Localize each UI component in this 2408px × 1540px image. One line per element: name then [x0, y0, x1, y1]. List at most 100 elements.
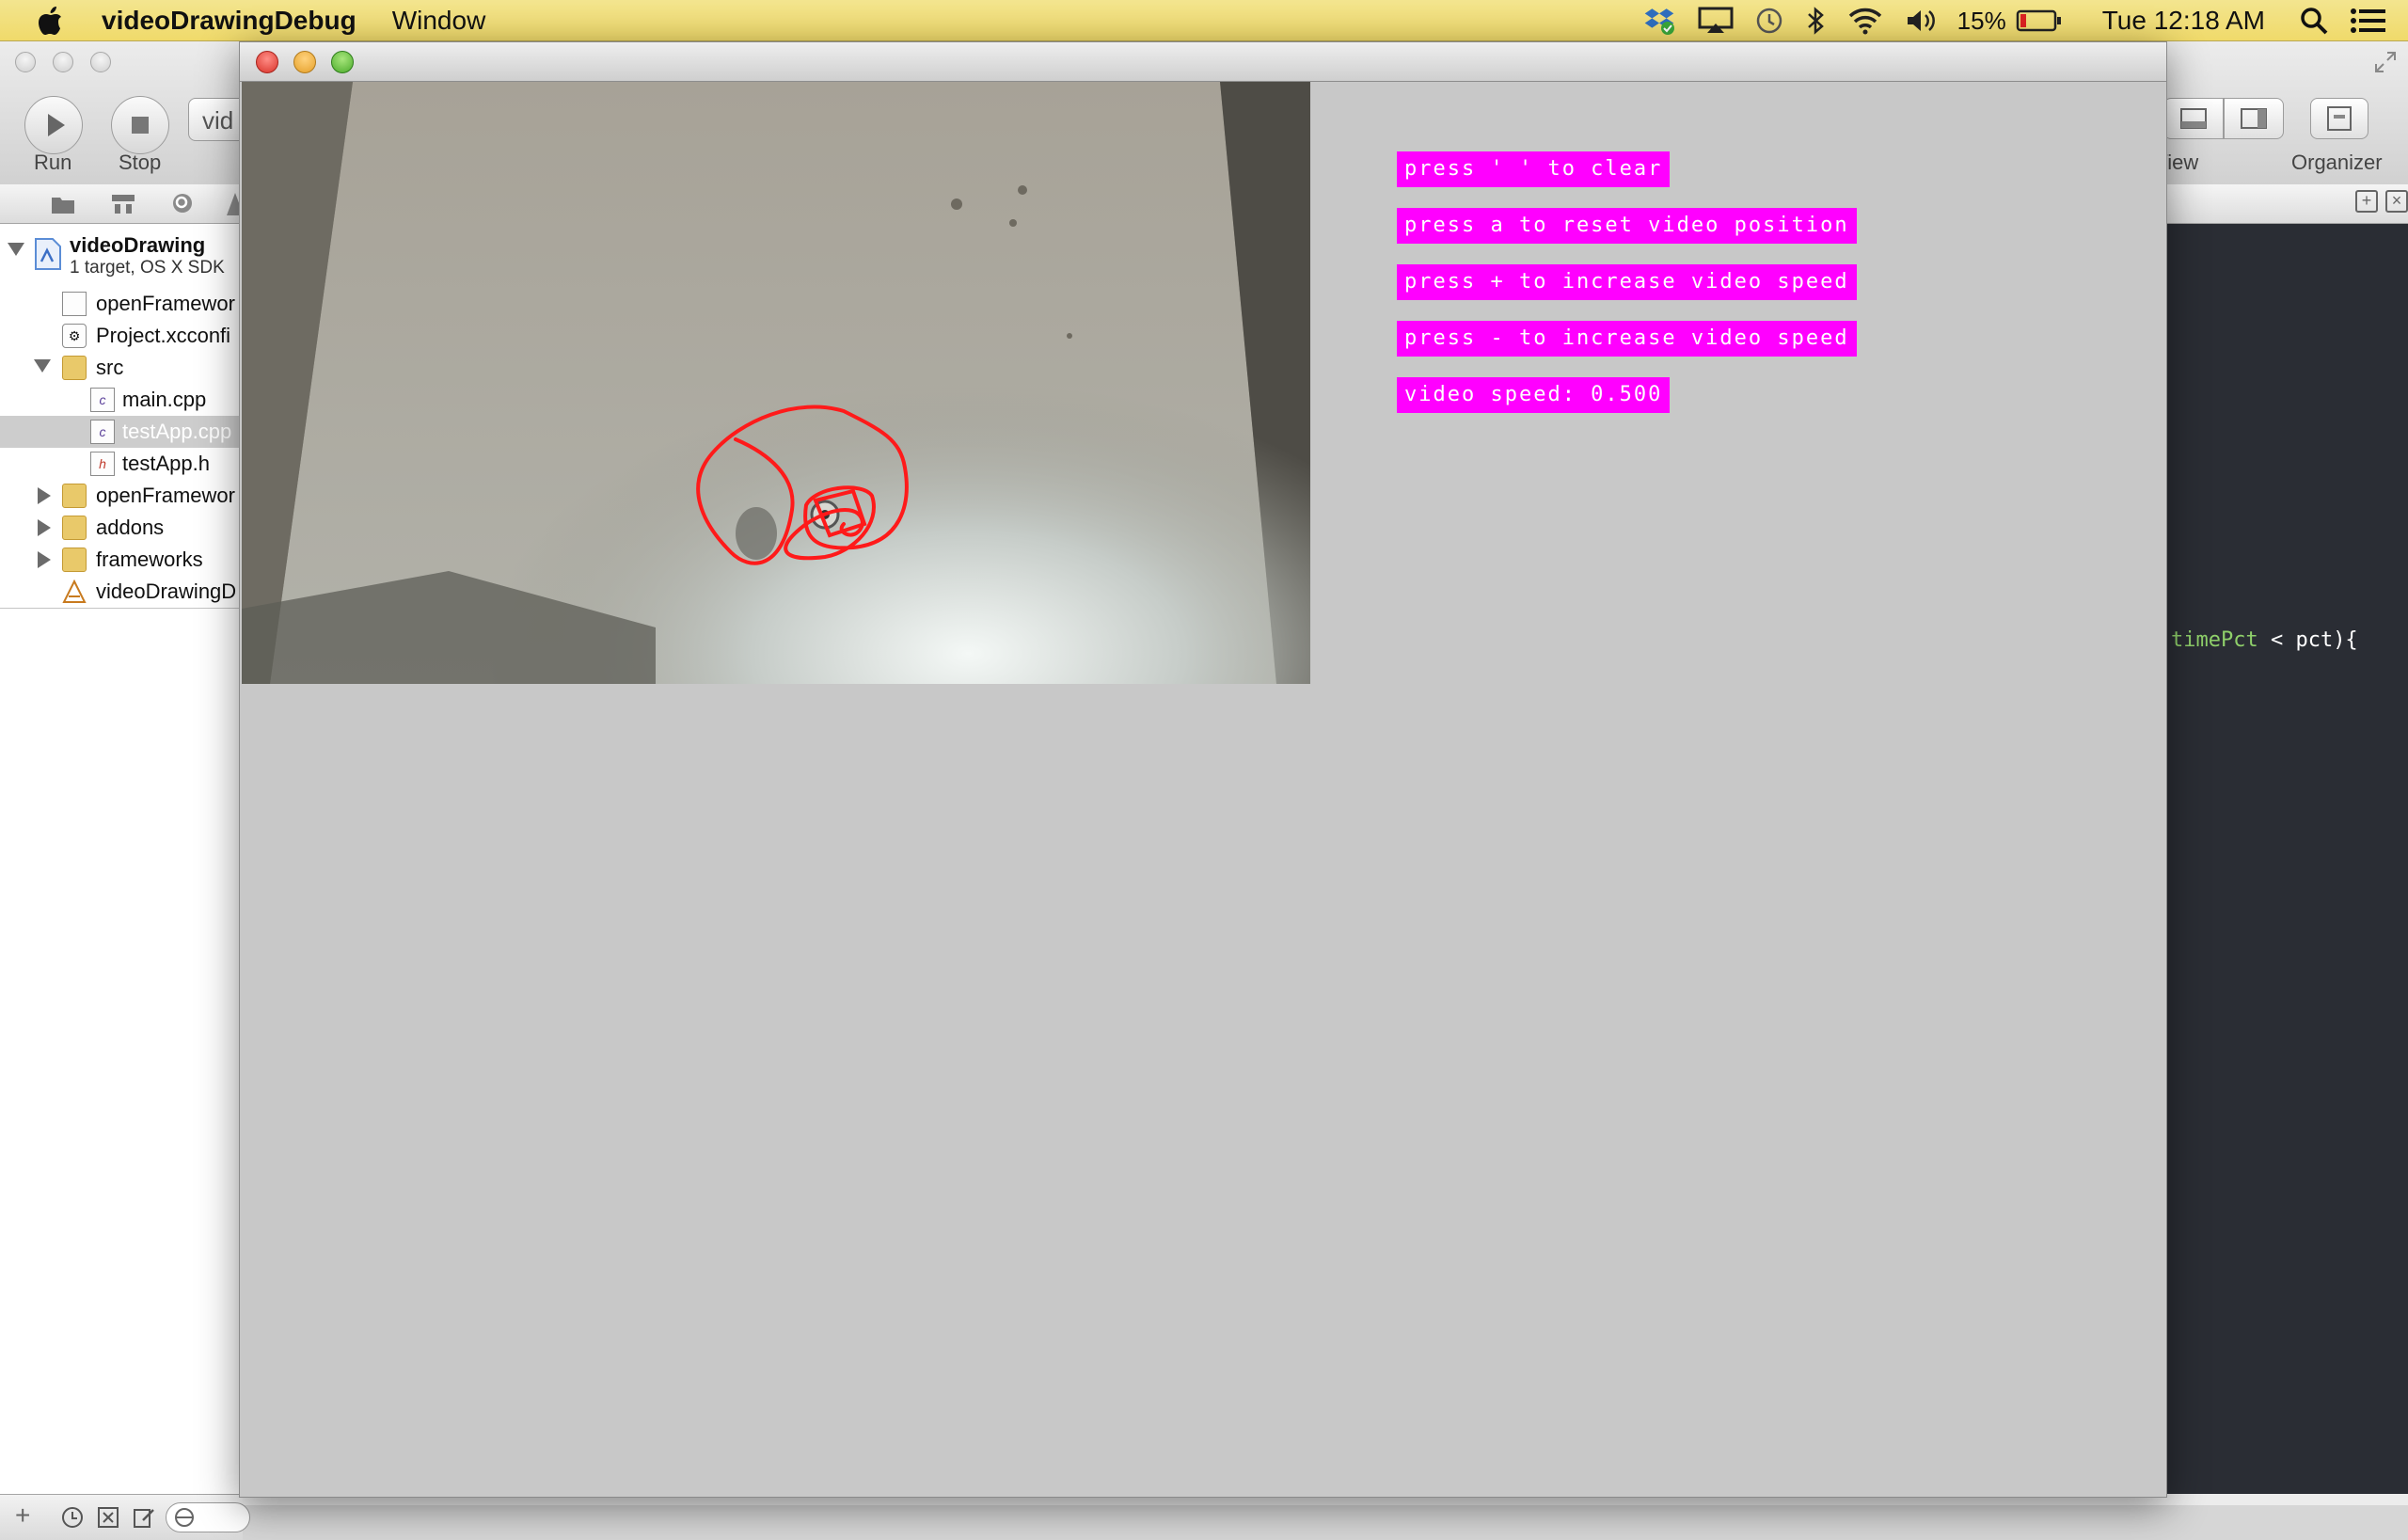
recent-files-icon[interactable] — [60, 1505, 85, 1530]
nav-item[interactable]: openFramewor — [0, 480, 243, 512]
xcode-zoom-button[interactable] — [90, 52, 111, 72]
nav-item-label: testApp.cpp — [122, 420, 232, 443]
stop-button[interactable] — [111, 96, 169, 154]
disclosure-triangle-icon[interactable] — [38, 551, 51, 568]
stop-icon — [132, 117, 149, 134]
window-zoom-button[interactable] — [331, 51, 354, 73]
header-file-icon: h — [90, 452, 115, 476]
spotlight-icon[interactable] — [2299, 6, 2329, 36]
overlay-text-increase: press + to increase video speed — [1397, 264, 1857, 300]
xcode-close-button[interactable] — [15, 52, 36, 72]
nav-item[interactable]: ⚙ Project.xcconfi — [0, 320, 243, 352]
nav-item[interactable]: frameworks — [0, 544, 243, 576]
project-root-row[interactable]: videoDrawing 1 target, OS X SDK — [0, 231, 243, 284]
nav-item-label: src — [96, 356, 124, 379]
window-close-button[interactable] — [256, 51, 278, 73]
filter-field[interactable] — [166, 1502, 250, 1532]
file-icon — [62, 292, 87, 316]
nav-item-src[interactable]: src — [0, 352, 243, 384]
app-window-titlebar[interactable] — [240, 42, 2166, 82]
add-editor-icon[interactable]: + — [2355, 190, 2378, 213]
project-navigator-icon[interactable] — [49, 190, 77, 218]
window-minimize-button[interactable] — [293, 51, 316, 73]
apple-icon[interactable] — [36, 5, 64, 37]
video-frame[interactable] — [242, 82, 1310, 684]
cpp-file-icon: c — [90, 388, 115, 412]
navigator-filter-bar: + — [0, 1494, 250, 1540]
project-name: videoDrawing — [70, 233, 206, 257]
play-icon — [48, 114, 65, 136]
disclosure-triangle-icon[interactable] — [38, 487, 51, 504]
organizer-button[interactable] — [2310, 98, 2368, 139]
dropbox-icon[interactable] — [1643, 5, 1677, 37]
fullscreen-icon[interactable] — [2372, 49, 2399, 75]
project-navigator: videoDrawing 1 target, OS X SDK openFram… — [0, 224, 244, 1494]
config-file-icon: ⚙ — [62, 324, 87, 348]
app-window: press ' ' to clear press a to reset vide… — [239, 41, 2167, 1498]
view-right-toggle[interactable] — [2224, 98, 2284, 139]
edited-files-icon[interactable] — [132, 1505, 156, 1530]
airplay-icon[interactable] — [1698, 7, 1734, 35]
folder-icon — [62, 516, 87, 540]
battery-icon[interactable] — [2016, 8, 2063, 34]
filter-icon — [175, 1508, 194, 1527]
code-text: < pct){ — [2258, 628, 2358, 652]
organizer-icon — [2327, 106, 2352, 131]
overlay-text-decrease: press - to increase video speed — [1397, 321, 1857, 357]
menu-window[interactable]: Window — [392, 6, 486, 36]
nav-item[interactable]: h testApp.h — [0, 448, 243, 480]
search-navigator-icon[interactable] — [169, 190, 198, 218]
xcode-project-icon — [35, 238, 61, 270]
app-product-icon — [62, 579, 87, 603]
nav-item[interactable]: openFramewor — [0, 288, 243, 320]
nav-item-label: Project.xcconfi — [96, 324, 231, 347]
right-panel-icon — [2241, 108, 2267, 129]
nav-item-label: main.cpp — [122, 388, 207, 411]
nav-item-label: frameworks — [96, 548, 203, 571]
nav-item-label: addons — [96, 516, 165, 539]
close-editor-icon[interactable]: × — [2385, 190, 2408, 213]
nav-item-label: testApp.h — [122, 452, 210, 475]
overlay-text-speed: video speed: 0.500 — [1397, 377, 1671, 413]
wifi-icon[interactable] — [1846, 7, 1884, 35]
nav-item-label: openFramewor — [96, 292, 235, 315]
video-image — [242, 82, 1310, 684]
code-identifier: timePct — [2171, 628, 2258, 652]
scm-status-icon[interactable] — [96, 1505, 120, 1530]
notification-center-icon[interactable] — [2350, 7, 2387, 35]
project-subtitle: 1 target, OS X SDK — [70, 258, 225, 278]
menu-clock[interactable]: Tue 12:18 AM — [2102, 6, 2265, 36]
code-line: timePct < pct){ — [2171, 628, 2358, 652]
battery-percent: 15% — [1956, 6, 2006, 35]
folder-icon — [62, 484, 87, 508]
disclosure-triangle-icon[interactable] — [38, 519, 51, 536]
nav-item[interactable]: videoDrawingD — [0, 576, 243, 609]
folder-icon — [62, 356, 87, 380]
disclosure-triangle-icon[interactable] — [8, 243, 24, 256]
bottom-panel-icon — [2180, 108, 2207, 129]
overlay-text-clear: press ' ' to clear — [1397, 151, 1671, 187]
cpp-file-icon: c — [90, 420, 115, 444]
run-button[interactable] — [24, 96, 83, 154]
volume-icon[interactable] — [1905, 7, 1937, 35]
source-editor[interactable]: timePct < pct){ — [2163, 224, 2408, 1494]
xcode-minimize-button[interactable] — [53, 52, 73, 72]
overlay-text-reset: press a to reset video position — [1397, 208, 1857, 244]
nav-item[interactable]: c main.cpp — [0, 384, 243, 416]
scheme-text: vid — [202, 106, 234, 135]
time-machine-icon[interactable] — [1754, 6, 1784, 36]
nav-item-label: openFramewor — [96, 484, 235, 507]
run-label: Run — [34, 151, 72, 174]
app-name-menu[interactable]: videoDrawingDebug — [102, 6, 356, 36]
bluetooth-icon[interactable] — [1805, 6, 1826, 36]
folder-icon — [62, 548, 87, 572]
nav-item[interactable]: addons — [0, 512, 243, 544]
editor-jump-bar: + × — [2163, 184, 2408, 224]
disclosure-triangle-icon[interactable] — [34, 359, 51, 373]
nav-item-selected[interactable]: c testApp.cpp — [0, 416, 243, 448]
organizer-label: Organizer — [2291, 151, 2383, 174]
navigator-selector-bar — [0, 184, 245, 224]
nav-item-label: videoDrawingD — [96, 579, 237, 603]
view-bottom-toggle[interactable] — [2163, 98, 2224, 139]
symbol-navigator-icon[interactable] — [109, 190, 137, 218]
